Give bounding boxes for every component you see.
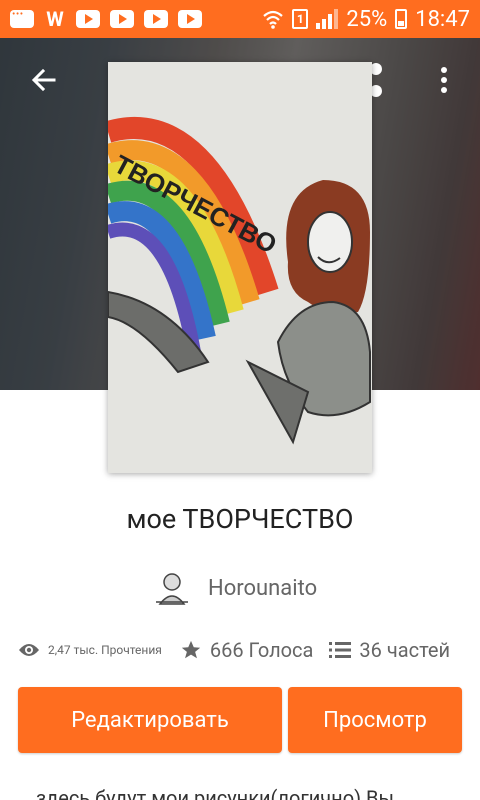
story-description: здесь будут мои рисунки(логично) Вы <box>36 786 395 800</box>
reads-count: 2,47 тыс. Прочтения <box>48 643 162 657</box>
sim-indicator: 1 <box>292 9 309 29</box>
notification-icons: W <box>10 7 202 31</box>
book-cover[interactable]: ТВОРЧЕСТВО <box>108 62 372 473</box>
votes-stat: 666 Голоса <box>180 638 314 662</box>
list-icon <box>329 641 352 659</box>
youtube-icon <box>178 10 202 28</box>
votes-count: 666 Голоса <box>209 638 314 662</box>
youtube-icon <box>76 10 100 28</box>
more-options-button[interactable] <box>424 60 464 100</box>
clock: 18:47 <box>415 6 470 32</box>
signal-icon <box>316 9 339 29</box>
back-button[interactable] <box>24 60 64 100</box>
chat-icon <box>10 9 34 28</box>
battery-percent: 25% <box>346 6 388 32</box>
youtube-icon <box>144 10 168 28</box>
star-icon <box>180 639 202 661</box>
author-row[interactable]: Horounaito <box>150 566 317 610</box>
story-stats: 2,47 тыс. Прочтения 666 Голоса 36 частей <box>18 636 468 664</box>
status-bar: W 1 25% 18:47 <box>0 0 480 38</box>
wattpad-icon: W <box>46 7 64 31</box>
avatar-image <box>150 566 194 610</box>
arrow-left-icon <box>31 68 56 92</box>
edit-button[interactable]: Редактировать <box>18 687 282 753</box>
story-title: мое ТВОРЧЕСТВО <box>126 503 354 535</box>
reads-stat: 2,47 тыс. Прочтения <box>18 642 162 658</box>
battery-icon <box>395 9 408 29</box>
youtube-icon <box>110 10 134 28</box>
more-vertical-icon <box>441 67 447 93</box>
avatar[interactable] <box>150 566 194 610</box>
author-name[interactable]: Horounaito <box>208 576 317 601</box>
wifi-icon <box>263 10 284 29</box>
view-button[interactable]: Просмотр <box>288 687 462 753</box>
cover-illustration: ТВОРЧЕСТВО <box>108 62 372 473</box>
eye-icon <box>18 642 40 658</box>
parts-stat: 36 частей <box>329 638 450 662</box>
parts-count: 36 частей <box>359 638 451 662</box>
